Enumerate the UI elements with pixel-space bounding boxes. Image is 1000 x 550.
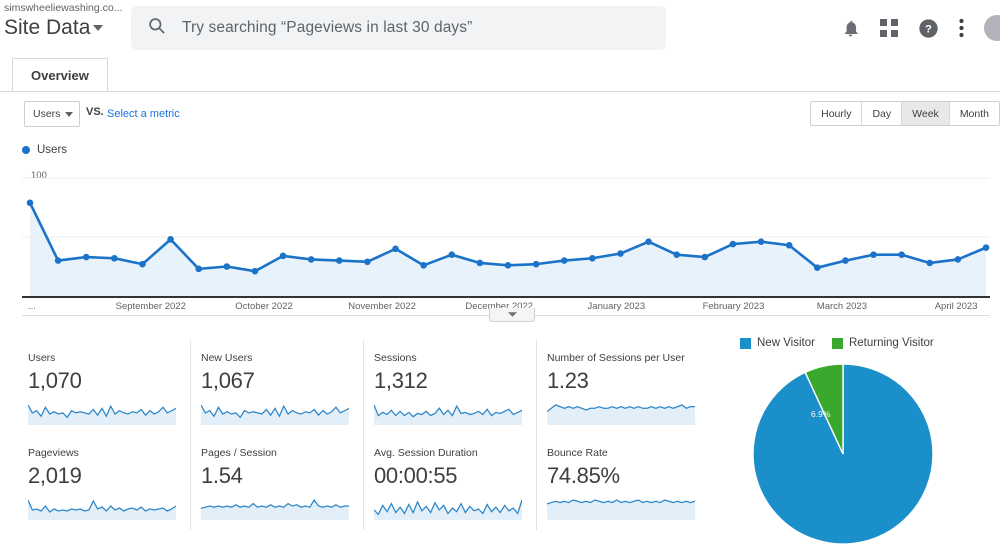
pie-legend-item-returning-visitor[interactable]: Returning Visitor	[831, 337, 934, 349]
metric-card[interactable]: Users 1,070	[18, 340, 191, 435]
metric-card[interactable]: Sessions 1,312	[364, 340, 537, 435]
metric-card-sparkline	[374, 404, 522, 425]
legend-label-users: Users	[37, 144, 68, 156]
x-axis-tick-6: March 2023	[816, 301, 867, 312]
metric-card[interactable]: Pageviews 2,019	[18, 435, 191, 530]
property-name-row[interactable]: Site Data	[4, 15, 126, 41]
metric-card-label: Number of Sessions per User	[547, 352, 685, 364]
legend-color-dot	[22, 146, 30, 154]
metric-card-value: 2,019	[28, 463, 82, 488]
x-axis-tick-0: September 2022	[115, 301, 186, 312]
pie-legend-label-returning: Returning Visitor	[848, 337, 934, 349]
metric-controls-row: Users VS. Select a metric Hourly Day Wee…	[0, 99, 1000, 133]
account-name: simswheeliewashing.co...	[4, 2, 123, 14]
metric-card-sparkline	[547, 404, 695, 425]
svg-text:?: ?	[925, 23, 932, 35]
x-axis-tick-2: November 2022	[348, 301, 416, 312]
tab-overview[interactable]: Overview	[12, 58, 108, 91]
tab-overview-label: Overview	[31, 67, 89, 83]
primary-metric-label: Users	[33, 108, 61, 120]
metric-card[interactable]: Avg. Session Duration 00:00:55	[364, 435, 537, 530]
metric-card-label: Bounce Rate	[547, 447, 608, 459]
pie-legend-swatch-returning	[831, 337, 843, 349]
tab-strip: Overview	[0, 56, 1000, 92]
metric-card-sparkline	[201, 498, 349, 520]
caret-down-icon	[93, 25, 104, 31]
pie-legend-item-new-visitor[interactable]: New Visitor	[740, 337, 815, 349]
visitor-type-pie-chart: New Visitor Returning Visitor 93.1% 6.9%	[690, 330, 1000, 550]
metric-card[interactable]: New Users 1,067	[191, 340, 364, 435]
select-a-metric-link[interactable]: Select a metric	[107, 108, 180, 120]
property-selector[interactable]: simswheeliewashing.co... Site Data	[4, 2, 126, 41]
user-avatar[interactable]	[984, 15, 1000, 41]
metric-card-label: New Users	[201, 352, 253, 364]
metric-card-value: 1.54	[201, 463, 243, 488]
metric-card-label: Sessions	[374, 352, 417, 364]
caret-down-icon	[65, 111, 73, 117]
pie-legend-swatch-new	[740, 337, 751, 349]
metric-card[interactable]: Pages / Session 1.54	[191, 435, 364, 530]
search-bar[interactable]: Try searching “Pageviews in last 30 days…	[131, 6, 666, 50]
metric-card-value: 74.85%	[547, 463, 620, 488]
x-axis-ellipsis: ...	[28, 301, 36, 312]
metric-card-sparkline	[201, 404, 349, 425]
pie-value-returning-visitor: 6.9%	[811, 409, 831, 419]
header-icon-group: ?	[841, 8, 1000, 48]
metric-card-grid: Users 1,070 New Users 1,067 Sessions 1,312 Num…	[18, 340, 695, 540]
metric-card-label: Users	[28, 352, 56, 364]
metric-card-label: Pages / Session	[201, 447, 277, 459]
property-name: Site Data	[4, 16, 91, 39]
metric-card-sparkline	[28, 404, 176, 425]
line-chart-svg	[22, 177, 990, 298]
metric-card-value: 1,067	[201, 368, 255, 393]
metric-card-sparkline	[547, 499, 695, 520]
chart-collapse-handle[interactable]	[489, 308, 535, 322]
pie-legend: New Visitor Returning Visitor	[740, 337, 934, 349]
x-axis-tick-7: April 2023	[934, 301, 978, 312]
vs-label: VS.	[86, 106, 104, 118]
metric-card-sparkline	[374, 499, 522, 520]
metric-card-sparkline	[28, 499, 176, 520]
metric-card[interactable]: Bounce Rate 74.85%	[537, 435, 709, 530]
main-line-chart[interactable]: 100 50	[22, 168, 990, 298]
search-placeholder: Try searching “Pageviews in last 30 days…	[182, 19, 473, 36]
pie-svg[interactable]	[748, 362, 938, 547]
more-vertical-icon[interactable]	[959, 18, 964, 38]
granularity-toggle-group: Hourly Day Week Month	[810, 101, 1000, 126]
x-axis-tick-4: January 2023	[587, 301, 646, 312]
help-circle-icon[interactable]: ?	[918, 18, 939, 39]
metric-card-value: 1,070	[28, 368, 82, 393]
chevron-down-icon	[507, 311, 517, 317]
metric-card-value: 1,312	[374, 368, 428, 393]
notifications-bell-icon[interactable]	[841, 19, 860, 38]
app-header: simswheeliewashing.co... Site Data Try s…	[0, 0, 1000, 56]
pie-legend-label-new: New Visitor	[757, 337, 815, 349]
x-axis-tick-5: February 2023	[702, 301, 765, 312]
granularity-day[interactable]: Day	[862, 102, 903, 125]
granularity-week[interactable]: Week	[902, 102, 950, 125]
chart-legend: Users	[22, 144, 67, 156]
x-axis-tick-1: October 2022	[235, 301, 293, 312]
metric-card-value: 00:00:55	[374, 463, 458, 488]
primary-metric-select[interactable]: Users	[24, 101, 80, 127]
granularity-month[interactable]: Month	[949, 102, 999, 125]
search-icon	[147, 16, 166, 40]
metric-card[interactable]: Number of Sessions per User 1.23	[537, 340, 709, 435]
granularity-hourly[interactable]: Hourly	[811, 102, 863, 125]
pie-value-new-visitor: 93.1%	[842, 542, 867, 550]
metric-card-value: 1.23	[547, 368, 589, 393]
apps-grid-icon[interactable]	[880, 19, 898, 37]
metric-card-label: Pageviews	[28, 447, 79, 459]
analytics-overview-page: simswheeliewashing.co... Site Data Try s…	[0, 0, 1000, 550]
metric-card-label: Avg. Session Duration	[374, 447, 478, 459]
